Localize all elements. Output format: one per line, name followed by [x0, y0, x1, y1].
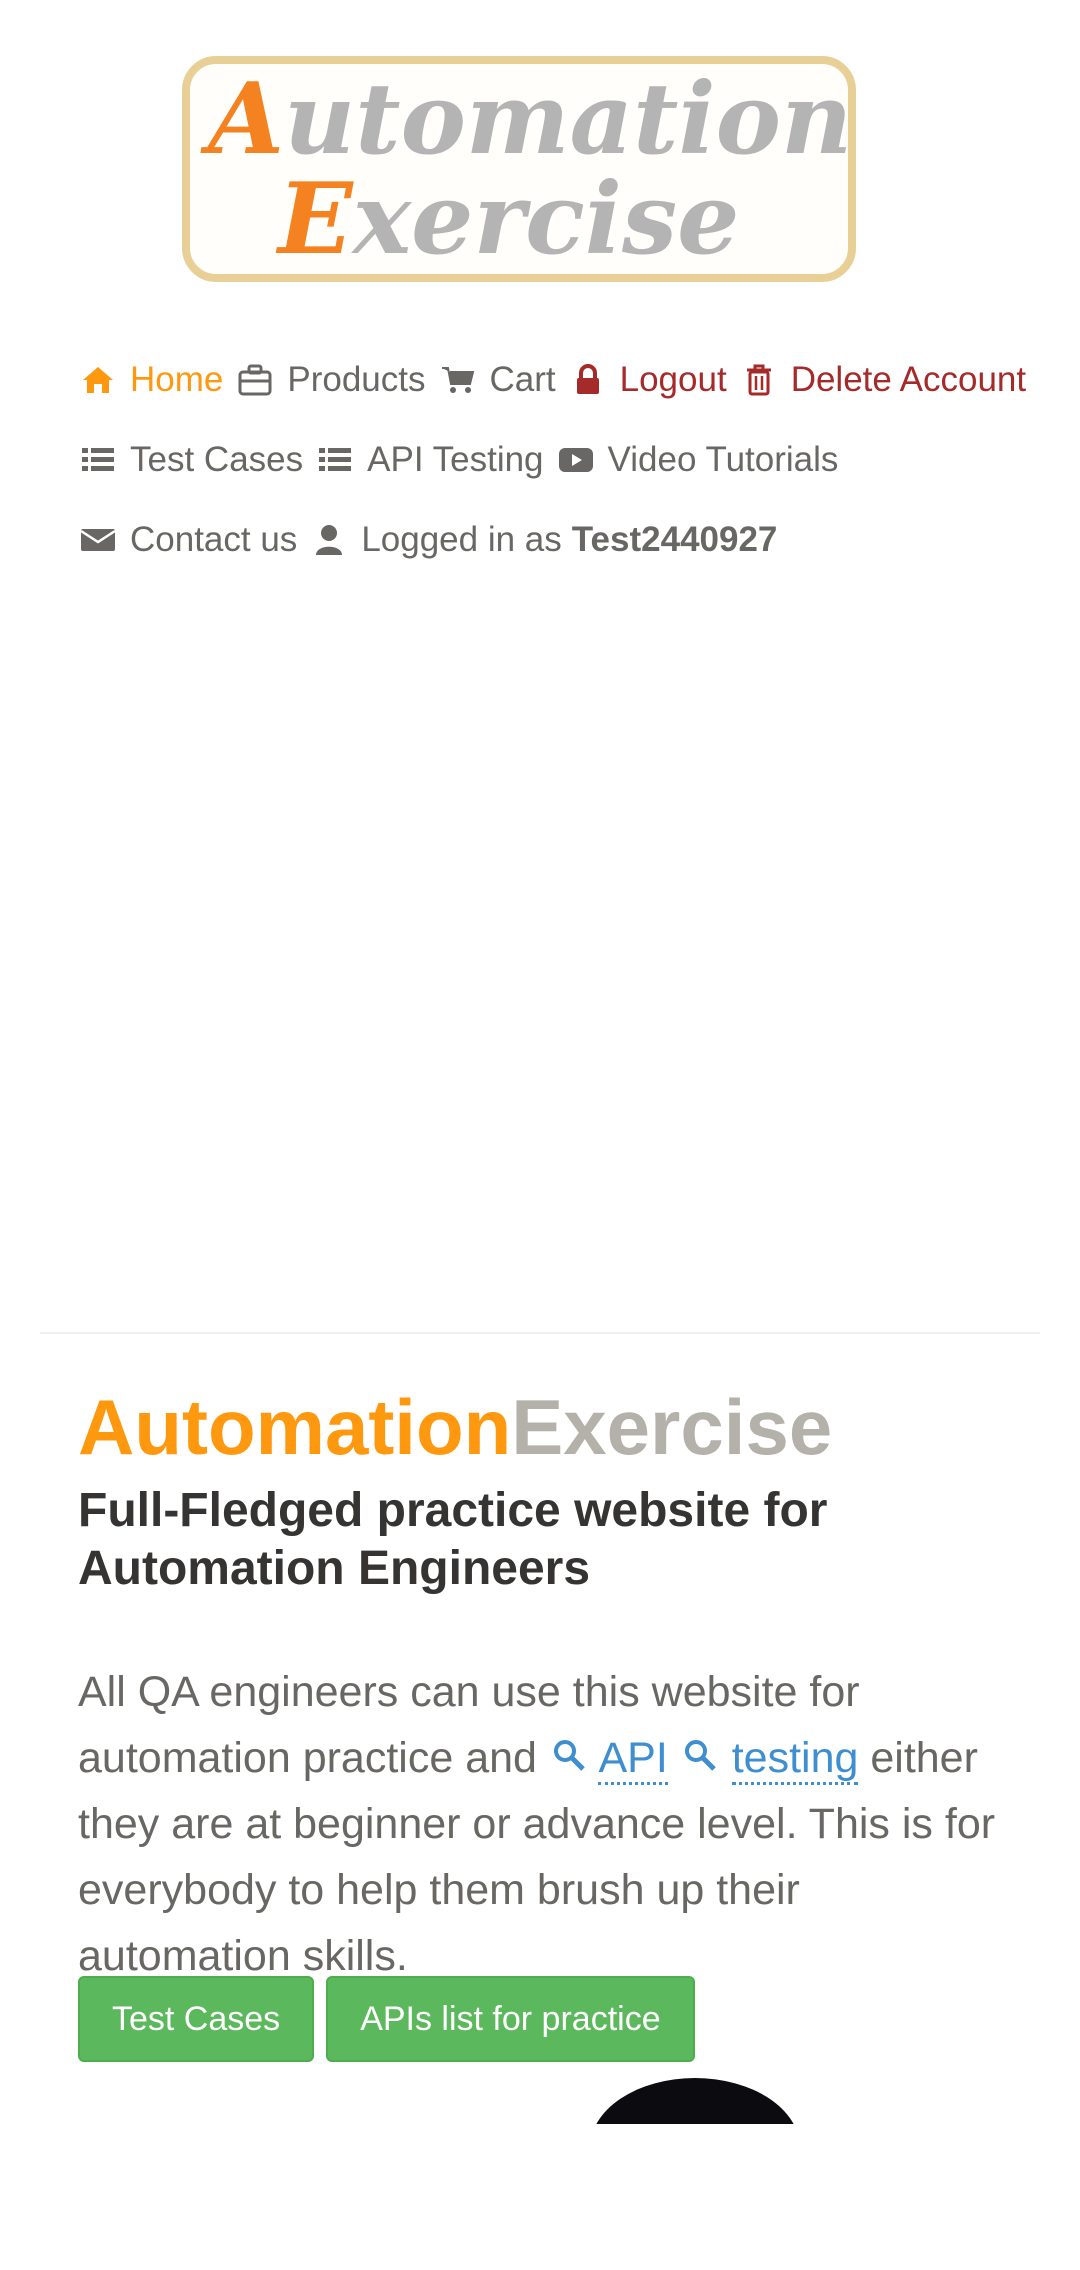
trash-icon: [739, 360, 779, 400]
nav-contact-us-label: Contact us: [130, 520, 298, 559]
logo-letter-e: E: [278, 162, 353, 277]
user-icon: [309, 520, 349, 560]
logged-in-username: Test2440927: [571, 520, 778, 559]
nav-test-cases-link[interactable]: Test Cases: [78, 440, 303, 480]
nav-delete-account-label: Delete Account: [790, 360, 1027, 399]
test-cases-button[interactable]: Test Cases: [78, 1976, 315, 2062]
hero-subtitle: Full-Fledged practice website for Automa…: [78, 1483, 828, 1595]
nav-row-2: Test Cases API Testing Video Tutorials: [78, 420, 1050, 500]
slider-top-divider: [40, 1332, 1040, 1334]
logo-word-automation: utomation: [284, 62, 853, 177]
logo-letter-a: A: [208, 62, 285, 177]
nav-home-link[interactable]: Home: [78, 360, 223, 400]
apis-list-button[interactable]: APIs list for practice: [326, 1976, 695, 2062]
nav-row-1: Home Products Cart Logout Delete Account: [78, 340, 1050, 420]
hero-description: All QA engineers can use this website fo…: [78, 1659, 1018, 1989]
hero-title: AutomationExercise: [78, 1382, 832, 1473]
youtube-play-icon: [556, 440, 596, 480]
hero-title-automation: Automation: [78, 1383, 512, 1472]
nav-row-3: Contact us Logged in as Test2440927: [78, 500, 1050, 580]
nav-api-testing-label: API Testing: [367, 440, 544, 479]
site-logo[interactable]: Automation Exercise: [178, 52, 868, 292]
shopping-cart-icon: [438, 360, 478, 400]
nav-cart-link[interactable]: Cart: [438, 360, 556, 400]
nav-delete-account-link[interactable]: Delete Account: [739, 360, 1026, 400]
nav-contact-us-link[interactable]: Contact us: [78, 520, 297, 560]
briefcase-icon: [235, 360, 275, 400]
testing-link[interactable]: testing: [731, 1734, 859, 1785]
list-icon: [315, 440, 355, 480]
logo-line-1: Automation: [208, 62, 852, 177]
lock-icon: [568, 360, 608, 400]
nav-cart-label: Cart: [489, 360, 556, 399]
nav-video-tutorials-label: Video Tutorials: [607, 440, 839, 479]
api-link[interactable]: API: [598, 1734, 668, 1785]
nav-test-cases-label: Test Cases: [130, 440, 304, 479]
logo-word-exercise: xercise: [352, 162, 740, 277]
envelope-icon: [78, 520, 118, 560]
hero-image: [590, 2078, 800, 2124]
home-icon: [78, 360, 118, 400]
nav-products-link[interactable]: Products: [235, 360, 426, 400]
hero-buttons: Test Cases APIs list for practice: [78, 1976, 695, 2062]
nav-home-label: Home: [130, 360, 224, 399]
nav-products-label: Products: [287, 360, 426, 399]
nav-logout-label: Logout: [619, 360, 727, 399]
logged-in-prefix: Logged in as: [361, 520, 562, 559]
nav-video-tutorials-link[interactable]: Video Tutorials: [556, 440, 839, 480]
nav-logout-link[interactable]: Logout: [568, 360, 727, 400]
list-icon: [78, 440, 118, 480]
main-navigation: Home Products Cart Logout Delete Account: [78, 340, 1050, 580]
nav-api-testing-link[interactable]: API Testing: [315, 440, 544, 480]
logo-line-2: Exercise: [278, 162, 740, 277]
hero-title-exercise: Exercise: [511, 1383, 833, 1472]
logged-in-status: Logged in as Test2440927: [309, 520, 777, 560]
search-icon: [680, 1725, 720, 1791]
search-icon: [549, 1725, 589, 1791]
